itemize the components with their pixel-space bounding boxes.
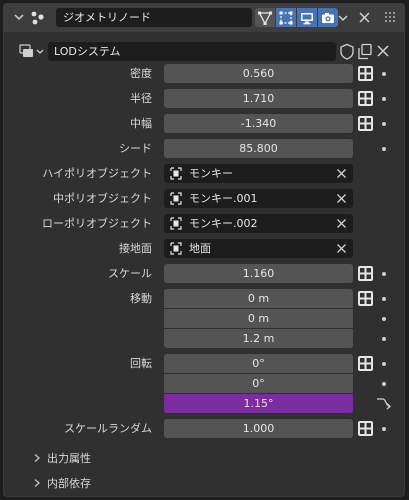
scale-field[interactable]: 1.160 xyxy=(164,264,353,283)
rotation-y-field[interactable]: 0° xyxy=(164,374,353,393)
dropdown-chevron-icon[interactable] xyxy=(337,12,349,24)
geometry-nodes-icon xyxy=(31,11,44,25)
keyframe-dot-icon[interactable] xyxy=(382,317,386,321)
internal-dependencies-subpanel[interactable]: 内部依存 xyxy=(32,474,91,493)
camera-icon xyxy=(322,12,334,23)
scale-random-field[interactable]: 1.000 xyxy=(164,419,353,438)
high-poly-object-field[interactable]: モンキー xyxy=(164,164,353,183)
chevron-right-icon xyxy=(34,453,41,463)
attribute-toggle-icon[interactable] xyxy=(357,265,374,282)
keyframe-dot-icon[interactable] xyxy=(382,362,386,366)
edit-cage-icon xyxy=(279,11,293,24)
object-name: モンキー xyxy=(189,167,233,180)
subpanel-label: 出力属性 xyxy=(47,452,91,465)
attribute-toggle-icon[interactable] xyxy=(357,290,374,307)
attribute-toggle-icon[interactable] xyxy=(357,355,374,372)
object-name: モンキー.002 xyxy=(189,217,258,230)
scale-random-label: スケールランダム xyxy=(64,422,152,435)
keyframe-dot-icon[interactable] xyxy=(382,382,386,386)
modifier-panel: ジオメトリノード LODシステム 密度 0.560 半径 1.710 中幅 -1… xyxy=(3,3,405,497)
mid-poly-object-field[interactable]: モンキー.001 xyxy=(164,189,353,208)
object-cube-icon xyxy=(170,217,182,230)
unlink-close-icon[interactable] xyxy=(376,44,390,58)
attribute-toggle-icon[interactable] xyxy=(357,420,374,437)
keyframe-dot-icon[interactable] xyxy=(382,427,386,431)
output-attributes-subpanel[interactable]: 出力属性 xyxy=(32,449,91,468)
keyframe-dot-icon[interactable] xyxy=(382,297,386,301)
subpanel-label: 内部依存 xyxy=(47,477,91,490)
driver-curve-icon[interactable] xyxy=(376,396,392,410)
object-cube-icon xyxy=(170,167,182,180)
node-group-name-input[interactable]: LODシステム xyxy=(48,42,336,61)
modifier-header: ジオメトリノード xyxy=(4,4,404,32)
width-label: 中幅 xyxy=(130,117,152,130)
modifier-name-input[interactable]: ジオメトリノード xyxy=(56,8,252,27)
chevron-right-icon xyxy=(34,478,41,488)
rotation-z-field[interactable]: 1.15° xyxy=(164,394,353,413)
fake-user-shield-icon[interactable] xyxy=(339,43,355,60)
scale-label: スケール xyxy=(108,267,152,280)
keyframe-dot-icon[interactable] xyxy=(382,272,386,276)
attribute-toggle-icon[interactable] xyxy=(357,65,374,82)
viewport-toggle[interactable] xyxy=(297,8,317,27)
move-y-field[interactable]: 0 m xyxy=(164,309,353,328)
rotation-x-field[interactable]: 0° xyxy=(164,354,353,373)
vertex-triangle-icon xyxy=(258,11,272,25)
render-toggle[interactable] xyxy=(318,8,338,27)
seed-label: シード xyxy=(119,142,152,155)
node-tree-browse-icon[interactable] xyxy=(18,42,48,61)
density-field[interactable]: 0.560 xyxy=(164,64,353,83)
object-name: 地面 xyxy=(189,242,211,255)
object-cube-icon xyxy=(170,242,182,255)
width-field[interactable]: -1.340 xyxy=(164,114,353,133)
keyframe-dot-icon[interactable] xyxy=(382,72,386,76)
object-name: モンキー.001 xyxy=(189,192,258,205)
ground-object-field[interactable]: 地面 xyxy=(164,239,353,258)
clear-close-icon[interactable] xyxy=(336,218,347,229)
collapse-chevron-icon[interactable] xyxy=(13,11,25,23)
move-x-field[interactable]: 0 m xyxy=(164,289,353,308)
move-label: 移動 xyxy=(130,292,152,305)
edit-mode-toggle[interactable] xyxy=(255,8,275,27)
keyframe-dot-icon[interactable] xyxy=(382,147,386,151)
seed-field[interactable]: 85.800 xyxy=(164,139,353,158)
keyframe-dot-icon[interactable] xyxy=(382,337,386,341)
mid-poly-label: 中ポリオブジェクト xyxy=(53,192,152,205)
keyframe-dot-icon[interactable] xyxy=(382,122,386,126)
attribute-toggle-icon[interactable] xyxy=(357,115,374,132)
cage-toggle[interactable] xyxy=(276,8,296,27)
high-poly-label: ハイポリオブジェクト xyxy=(42,167,152,180)
attribute-toggle-icon[interactable] xyxy=(357,90,374,107)
node-group-selector: LODシステム xyxy=(18,42,398,61)
clear-close-icon[interactable] xyxy=(336,193,347,204)
rotation-label: 回転 xyxy=(130,357,152,370)
radius-field[interactable]: 1.710 xyxy=(164,89,353,108)
density-label: 密度 xyxy=(130,67,152,80)
ground-label: 接地面 xyxy=(119,242,152,255)
keyframe-dot-icon[interactable] xyxy=(382,97,386,101)
clear-close-icon[interactable] xyxy=(336,168,347,179)
move-z-field[interactable]: 1.2 m xyxy=(164,329,353,348)
object-cube-icon xyxy=(170,192,182,205)
display-toggles xyxy=(255,8,338,27)
clear-close-icon[interactable] xyxy=(336,243,347,254)
duplicate-icon[interactable] xyxy=(357,43,373,60)
low-poly-object-field[interactable]: モンキー.002 xyxy=(164,214,353,233)
monitor-icon xyxy=(301,12,313,24)
radius-label: 半径 xyxy=(130,92,152,105)
close-icon[interactable] xyxy=(358,11,371,24)
drag-handle-icon[interactable] xyxy=(383,11,395,25)
low-poly-label: ローポリオブジェクト xyxy=(42,217,152,230)
